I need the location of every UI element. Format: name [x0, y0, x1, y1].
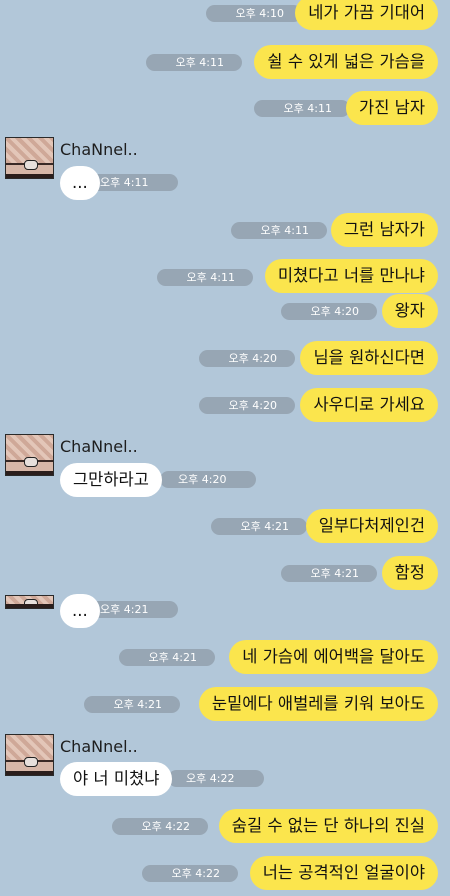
my-message-bubble[interactable]: 숨길 수 없는 단 하나의 진실: [218, 809, 438, 843]
sender-avatar[interactable]: [5, 434, 54, 476]
message-time: 오후 4:20: [198, 397, 295, 414]
my-message-bubble[interactable]: 가진 남자: [346, 91, 438, 125]
message-time: 오후 4:20: [198, 350, 295, 367]
sender-name: ChaNnel..: [60, 437, 138, 456]
my-message-bubble[interactable]: 그런 남자가: [330, 213, 438, 247]
my-message-bubble[interactable]: 너는 공격적인 얼굴이야: [249, 856, 438, 890]
sender-name: ChaNnel..: [60, 737, 138, 756]
message-time: 오후 4:21: [118, 649, 215, 666]
message-time: 오후 4:21: [280, 565, 377, 582]
their-message-bubble[interactable]: 그만하라고: [60, 463, 162, 497]
sender-avatar[interactable]: [5, 137, 54, 179]
my-message-bubble[interactable]: 쉴 수 있게 넓은 가슴을: [254, 45, 438, 79]
message-time: 오후 4:22: [141, 865, 238, 882]
message-time: 오후 4:21: [210, 518, 307, 535]
message-time: 오후 4:20: [160, 471, 257, 488]
my-message-bubble[interactable]: 눈밑에다 애벌레를 키워 보아도: [198, 687, 438, 721]
message-time: 오후 4:22: [168, 770, 265, 787]
my-message-bubble[interactable]: 함정: [381, 556, 438, 590]
my-message-bubble[interactable]: 님을 원하신다면: [300, 341, 438, 375]
my-message-bubble[interactable]: 네 가슴에 에어백을 달아도: [229, 640, 438, 674]
message-time: 오후 4:11: [253, 100, 350, 117]
my-message-bubble[interactable]: 미쳤다고 너를 만나냐: [264, 259, 438, 293]
their-message-bubble[interactable]: ...: [60, 594, 100, 628]
sender-avatar[interactable]: [5, 734, 54, 776]
message-time: 오후 4:20: [280, 303, 377, 320]
message-time: 오후 4:11: [156, 269, 253, 286]
sender-avatar[interactable]: [5, 595, 54, 609]
message-time: 오후 4:10: [205, 5, 302, 22]
message-time: 오후 4:11: [230, 222, 327, 239]
my-message-bubble[interactable]: 왕자: [381, 294, 438, 328]
my-message-bubble[interactable]: 일부다처제인건: [305, 509, 438, 543]
message-time: 오후 4:22: [111, 818, 208, 835]
sender-name: ChaNnel..: [60, 140, 138, 159]
my-message-bubble[interactable]: 네가 가끔 기대어: [295, 0, 438, 30]
message-time: 오후 4:21: [83, 696, 180, 713]
message-time: 오후 4:11: [145, 54, 242, 71]
my-message-bubble[interactable]: 사우디로 가세요: [300, 388, 438, 422]
their-message-bubble[interactable]: ...: [60, 166, 100, 200]
their-message-bubble[interactable]: 야 너 미쳤냐: [60, 762, 173, 796]
